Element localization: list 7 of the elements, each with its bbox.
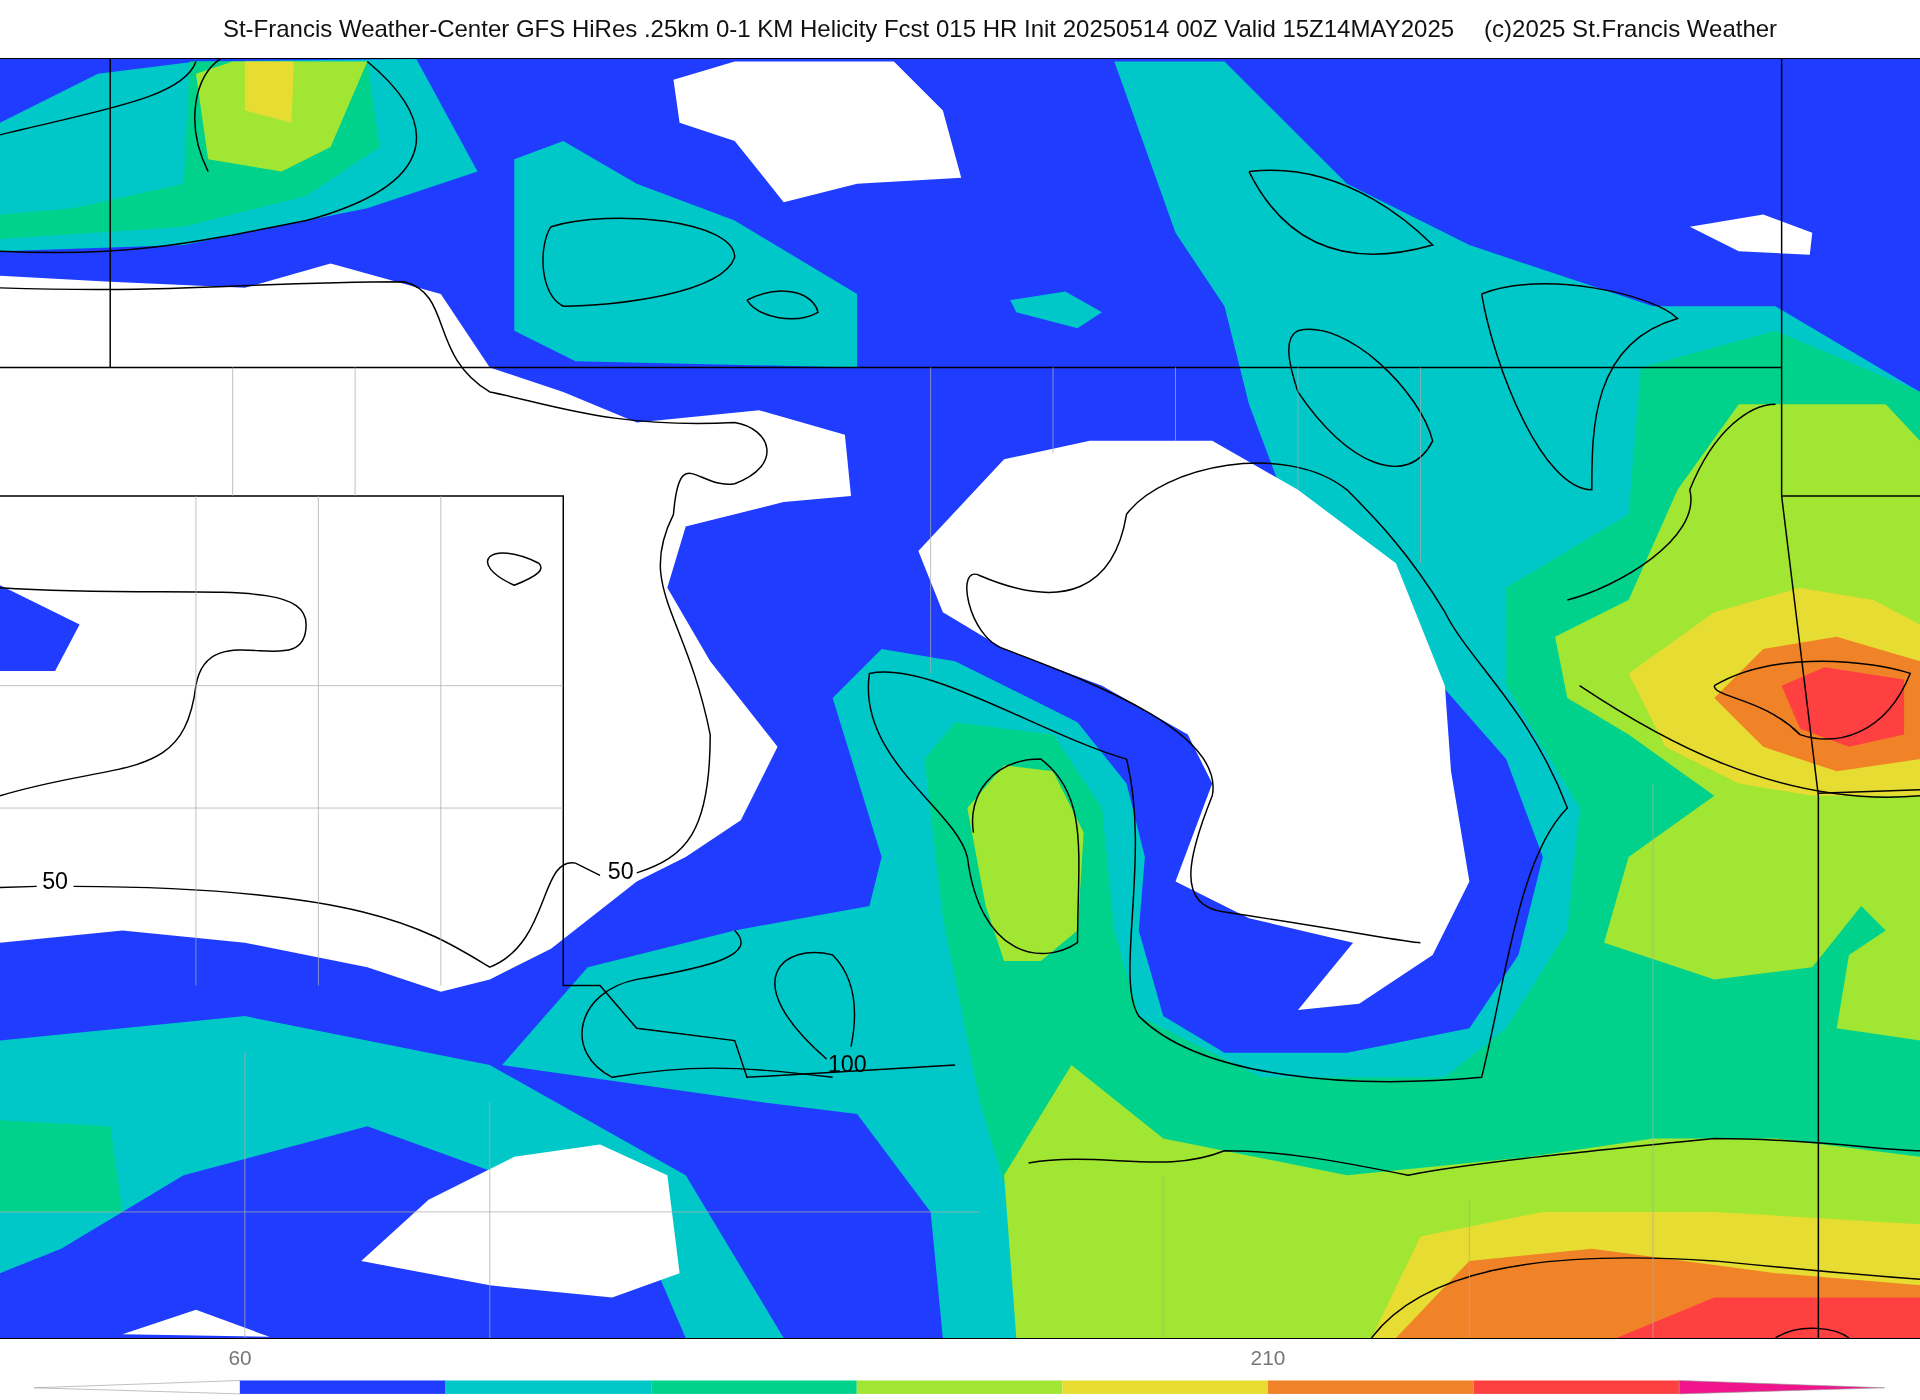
map-title: St-Francis Weather-Center GFS HiRes .25km 0-1 KM Helicity Fcst 015 HR Init 20250514 00Z Valid 15Z14MAY2025 — [222, 15, 1455, 43]
copyright-text: (c)2025 St.Francis Weather — [1484, 15, 1778, 43]
contour-label: 50 — [607, 858, 634, 885]
contour-label: 50 — [42, 867, 69, 894]
colorbar-tick-label: 60 — [228, 1345, 252, 1369]
contour-label: 100 — [827, 1051, 867, 1078]
colorbar-tick-label: 210 — [1250, 1345, 1286, 1369]
